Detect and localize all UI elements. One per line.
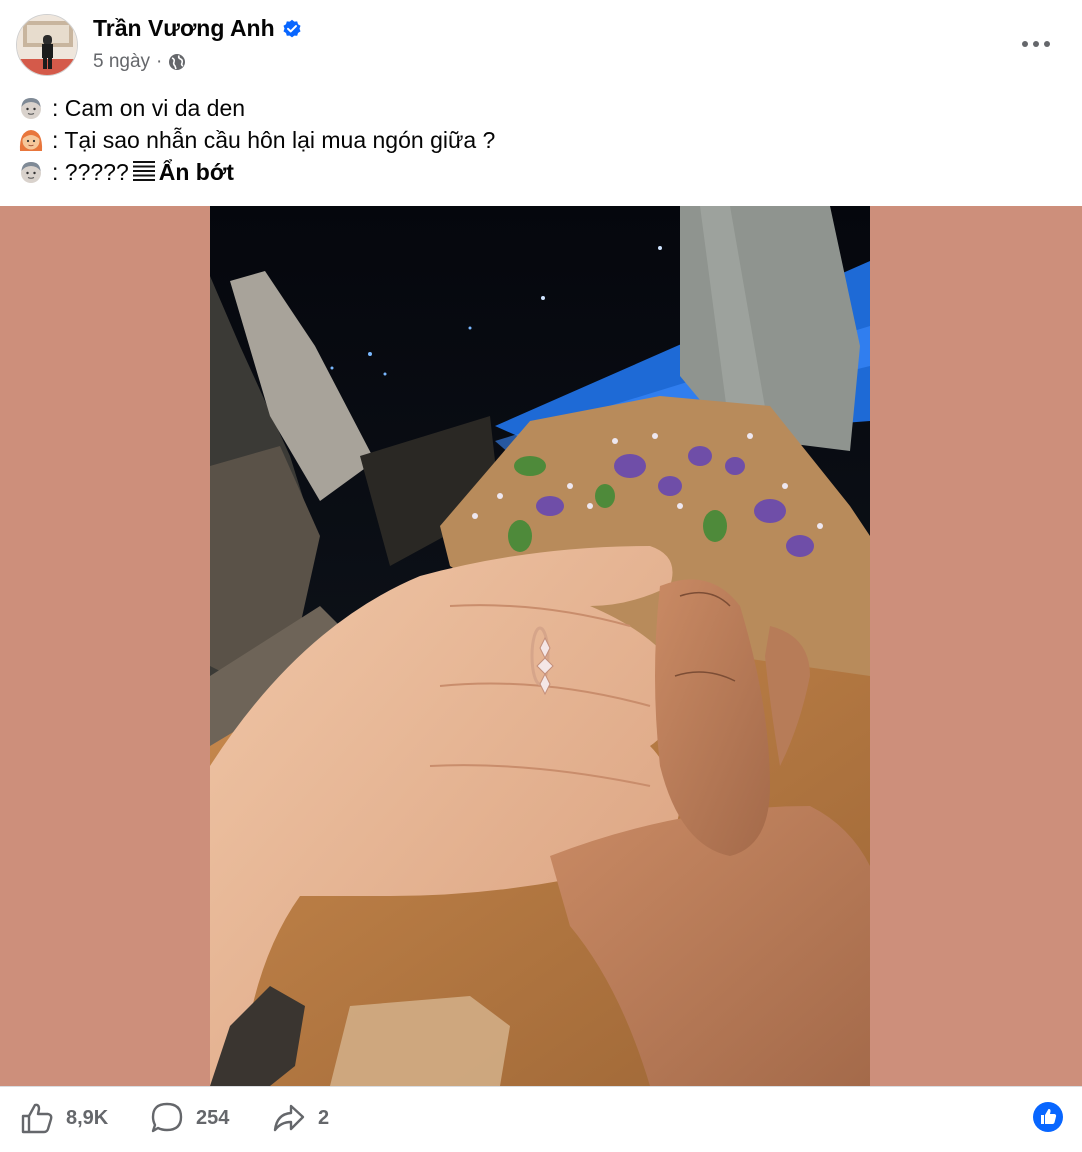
author-name[interactable]: Trần Vương Anh <box>93 15 302 42</box>
more-options-button[interactable] <box>1018 26 1054 62</box>
share-icon <box>273 1104 305 1132</box>
caption-text: : Tại sao nhẫn cầu hôn lại mua ngón giữa… <box>52 126 496 153</box>
text-lines-icon <box>132 161 155 181</box>
caption-line: : ????? Ẩn bớt <box>18 156 1058 188</box>
share-button[interactable]: 2 <box>272 1100 329 1136</box>
comment-icon <box>151 1102 183 1133</box>
post-meta: 5 ngày · <box>93 51 186 73</box>
post-header: Trần Vương Anh 5 ngày · <box>0 0 1082 90</box>
man-emoji <box>21 162 41 183</box>
more-horizontal-icon <box>1022 41 1050 47</box>
verified-badge-icon <box>283 19 301 37</box>
post-caption: : Cam on vi da den : Tại sao nhẫn cầu hô… <box>18 92 1058 188</box>
comment-button[interactable]: 254 <box>150 1100 229 1136</box>
post-photo[interactable] <box>210 206 870 1086</box>
post-time[interactable]: 5 ngày <box>93 51 150 73</box>
caption-text: : Cam on vi da den <box>52 94 246 121</box>
like-count: 8,9K <box>66 1106 109 1129</box>
caption-line: : Tại sao nhẫn cầu hôn lại mua ngón giữa… <box>18 124 1058 156</box>
caption-text: : ????? <box>52 158 129 185</box>
like-reaction-icon[interactable] <box>1032 1101 1064 1133</box>
see-less-link[interactable]: Ẩn bớt <box>159 159 234 186</box>
like-button[interactable]: 8,9K <box>20 1100 108 1136</box>
comment-count: 254 <box>196 1106 230 1129</box>
author-name-text[interactable]: Trần Vương Anh <box>93 15 275 42</box>
woman-emoji <box>19 130 43 151</box>
meta-separator: · <box>156 51 163 72</box>
share-count: 2 <box>318 1106 330 1129</box>
caption-line: : Cam on vi da den <box>18 92 1058 124</box>
post-actions: 8,9K 254 2 <box>0 1087 1082 1152</box>
avatar[interactable] <box>16 14 78 76</box>
globe-icon <box>169 54 186 70</box>
man-emoji <box>21 98 41 119</box>
thumbs-up-icon <box>21 1103 53 1134</box>
post-media[interactable] <box>0 206 1082 1086</box>
